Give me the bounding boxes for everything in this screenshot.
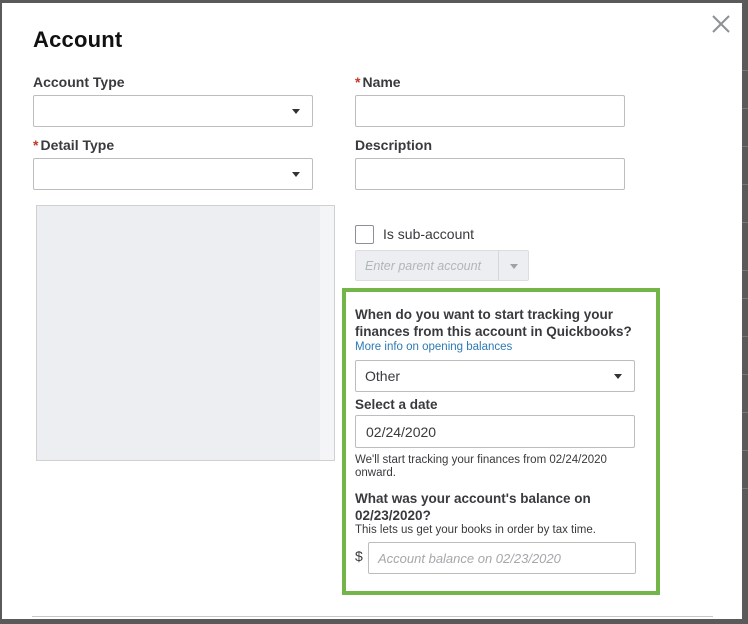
parent-account-select[interactable]: Enter parent account [355,250,529,281]
footer-divider [32,616,713,617]
opening-balance-input[interactable]: Account balance on 02/23/2020 [368,542,636,574]
question-line-2: finances from this account in Quickbooks… [355,324,632,339]
account-type-label: Account Type [33,74,125,90]
parent-account-placeholder: Enter parent account [365,259,482,273]
detail-type-label-text: Detail Type [40,137,115,153]
detail-type-label: * Detail Type [33,137,114,153]
account-type-label-text: Account Type [33,74,125,90]
sub-account-checkbox[interactable] [355,225,374,244]
date-value: 02/24/2020 [366,424,437,440]
divider [498,251,499,280]
close-icon[interactable] [710,13,732,35]
date-input[interactable]: 02/24/2020 [355,415,635,448]
chevron-down-icon [614,374,622,379]
chevron-down-icon [510,263,518,269]
select-date-label: Select a date [355,397,438,412]
account-type-select[interactable] [33,95,313,127]
balance-placeholder: Account balance on 02/23/2020 [378,551,561,566]
sub-account-label: Is sub-account [383,226,475,242]
balance-question-line-1: What was your account's balance on [355,491,591,506]
required-asterisk: * [33,137,39,153]
date-note-line-2: onward. [355,467,396,479]
opening-balances-help-link[interactable]: More info on opening balances [355,341,512,353]
name-label-text: Name [362,74,401,90]
description-label: Description [355,137,432,153]
balance-question: What was your account's balance on 02/23… [355,490,591,524]
date-note: We'll start tracking your finances from … [355,454,607,480]
balance-note: This lets us get your books in order by … [355,524,596,536]
description-input[interactable] [355,158,625,190]
name-input[interactable] [355,95,625,127]
detail-type-select[interactable] [33,158,313,190]
detail-type-description-panel [36,205,335,461]
chevron-down-icon [292,109,300,114]
tracking-start-question: When do you want to start tracking your … [355,306,632,340]
start-tracking-value: Other [365,368,401,384]
chevron-down-icon [292,172,300,177]
currency-symbol: $ [355,548,363,564]
date-note-line-1: We'll start tracking your finances from … [355,454,607,466]
name-label: * Name [355,74,401,90]
panel-scrollbar[interactable] [320,206,334,460]
start-tracking-select[interactable]: Other [355,360,635,392]
question-line-1: When do you want to start tracking your [355,307,614,322]
description-label-text: Description [355,137,433,153]
dialog-title: Account [33,27,123,52]
required-asterisk: * [355,74,361,90]
balance-question-line-2: 02/23/2020? [355,508,431,523]
account-dialog: Account Account Type * Detail Type * Name … [2,3,742,619]
